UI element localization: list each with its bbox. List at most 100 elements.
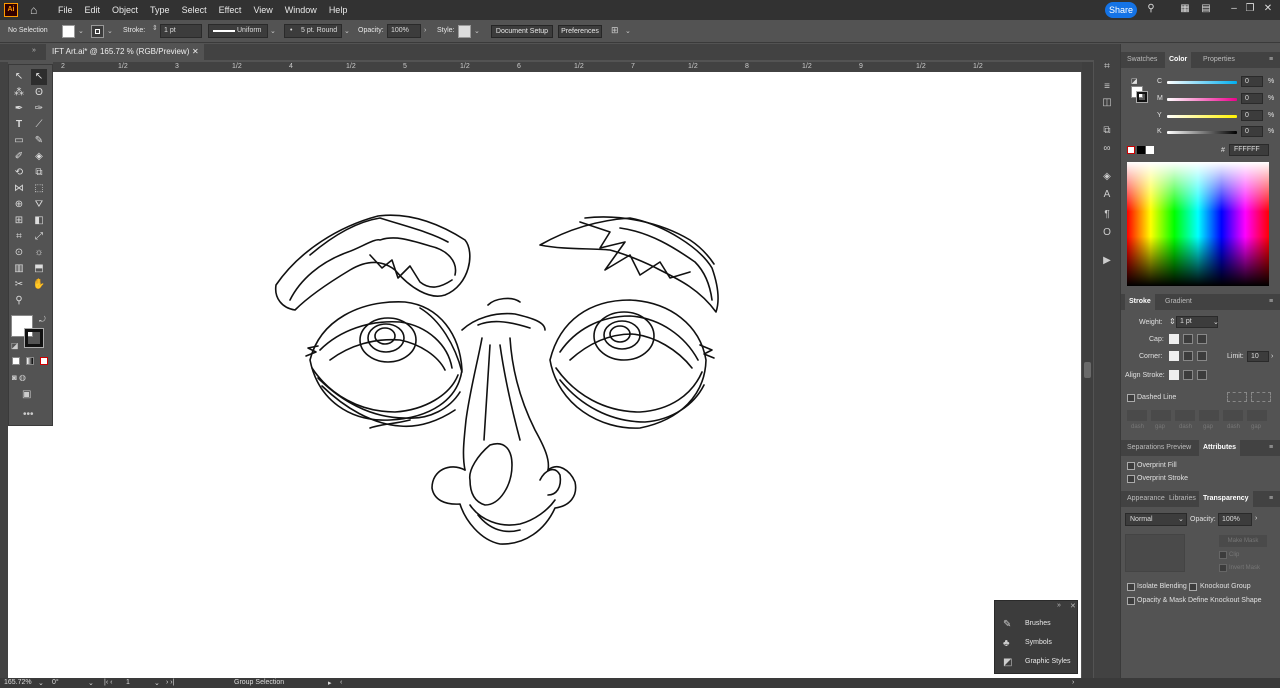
share-button[interactable]: Share	[1105, 2, 1137, 18]
overprint-fill-checkbox[interactable]	[1127, 462, 1135, 470]
fill-dropdown-chevron-icon[interactable]: ⌄	[78, 27, 84, 35]
layers-panel-icon[interactable]: ◈	[1100, 170, 1114, 184]
menu-edit[interactable]: Edit	[85, 5, 101, 15]
artboard-number[interactable]: 1	[126, 679, 130, 686]
variable-width-profile[interactable]: Uniform	[208, 24, 268, 38]
profile-chevron-icon[interactable]: ⌄	[270, 27, 276, 35]
miter-join-icon[interactable]	[1169, 351, 1179, 361]
white-swatch[interactable]	[1146, 146, 1154, 154]
tab-properties[interactable]: Properties	[1203, 52, 1235, 68]
color-mode-icon[interactable]	[12, 357, 20, 365]
stroke-swatch[interactable]	[91, 25, 104, 38]
weight-field[interactable]: 1 pt	[1176, 316, 1218, 328]
invert-mask-checkbox[interactable]	[1219, 564, 1227, 572]
selection-tool-icon[interactable]: ↖	[11, 69, 27, 85]
dash-gap-field[interactable]	[1223, 410, 1243, 421]
workspace-switcher-icon[interactable]: ▤	[1200, 3, 1212, 15]
hex-field[interactable]: FFFFFF	[1229, 144, 1269, 156]
stroke-weight-field[interactable]: 1 pt	[160, 24, 202, 38]
curvature-tool-icon[interactable]: ✑	[31, 101, 47, 117]
tab-libraries[interactable]: Libraries	[1169, 491, 1196, 507]
edit-toolbar-icon[interactable]: •••	[23, 409, 34, 420]
dash-gap-field[interactable]	[1247, 410, 1267, 421]
zoom-tool-icon[interactable]: ⚲	[11, 293, 27, 309]
menu-effect[interactable]: Effect	[219, 5, 242, 15]
gradient-tool-icon[interactable]: ◧	[31, 213, 47, 229]
stroke-stepper-icon[interactable]: ⇕	[152, 24, 158, 32]
status-menu-arrow-icon[interactable]: ▸	[328, 679, 332, 687]
tab-transparency[interactable]: Transparency	[1199, 491, 1253, 507]
menu-file[interactable]: File	[58, 5, 73, 15]
opentype-panel-icon[interactable]: O	[1100, 226, 1114, 240]
rectangle-tool-icon[interactable]: ▭	[11, 133, 27, 149]
align-panel-icon[interactable]: ≡	[1100, 80, 1114, 94]
eyedropper-tool-icon[interactable]: ⤢	[31, 229, 47, 245]
menu-view[interactable]: View	[253, 5, 272, 15]
projecting-cap-icon[interactable]	[1197, 334, 1207, 344]
gradient-mode-icon[interactable]	[26, 357, 34, 365]
transparency-opacity-field[interactable]: 100%	[1218, 513, 1252, 526]
pen-tool-icon[interactable]: ✒	[11, 101, 27, 117]
round-cap-icon[interactable]	[1183, 334, 1193, 344]
knockout-group-checkbox[interactable]	[1189, 583, 1197, 591]
tab-attributes[interactable]: Attributes	[1199, 440, 1241, 456]
lasso-tool-icon[interactable]: ʘ	[31, 85, 47, 101]
menu-window[interactable]: Window	[285, 5, 317, 15]
menu-type[interactable]: Type	[150, 5, 170, 15]
zoom-level[interactable]: 165.72%	[4, 679, 32, 686]
face-line-artwork[interactable]	[8, 72, 1081, 678]
direct-selection-tool-icon[interactable]: ↖	[31, 69, 47, 85]
align-outside-icon[interactable]	[1197, 370, 1207, 380]
magenta-value[interactable]: 0	[1241, 93, 1263, 104]
preferences-button[interactable]: Preferences	[558, 25, 602, 38]
perspective-grid-tool-icon[interactable]: ⊞	[11, 213, 27, 229]
zoom-chevron-icon[interactable]: ⌄	[38, 679, 44, 687]
magic-wand-tool-icon[interactable]: ⁂	[11, 85, 27, 101]
none-swatch[interactable]	[1127, 146, 1135, 154]
shaper-tool-icon[interactable]: ✐	[11, 149, 27, 165]
dash-gap-field[interactable]	[1127, 410, 1147, 421]
make-mask-button[interactable]: Make Mask	[1219, 535, 1267, 547]
close-tab-icon[interactable]: ✕	[192, 44, 199, 60]
transparency-panel-menu-icon[interactable]: ≡	[1269, 491, 1273, 507]
blend-mode-select[interactable]: Normal ⌄	[1125, 513, 1187, 526]
document-tab[interactable]: IFT Art.ai* @ 165.72 % (RGB/Preview) ✕	[46, 44, 204, 60]
opacity-arrow-icon[interactable]: ›	[424, 27, 426, 34]
home-icon[interactable]: ⌂	[30, 3, 44, 17]
menu-help[interactable]: Help	[329, 5, 348, 15]
color-panel-menu-icon[interactable]: ≡	[1269, 52, 1273, 68]
type-tool-icon[interactable]: T	[11, 117, 27, 133]
dash-gap-field[interactable]	[1199, 410, 1219, 421]
hscroll-right-icon[interactable]: ›	[1072, 679, 1074, 686]
tab-swatches[interactable]: Swatches	[1127, 52, 1157, 68]
first-artboard-icon[interactable]: |‹ ‹	[104, 679, 112, 686]
rotation-value[interactable]: 0°	[52, 679, 59, 686]
arrange-documents-icon[interactable]: ▦	[1179, 3, 1191, 15]
hand-tool-icon[interactable]: ✋	[31, 277, 47, 293]
cyan-value[interactable]: 0	[1241, 76, 1263, 87]
align-center-icon[interactable]	[1169, 370, 1179, 380]
minimize-icon[interactable]: –	[1228, 3, 1240, 15]
transform-panel-icon[interactable]: ⌗	[1100, 60, 1114, 74]
stroke-dropdown-chevron-icon[interactable]: ⌄	[107, 27, 113, 35]
arrange-chevron-icon[interactable]: ⌄	[625, 27, 631, 35]
menu-select[interactable]: Select	[182, 5, 207, 15]
float-collapse-icon[interactable]: »	[1057, 602, 1061, 609]
opacity-mask-checkbox[interactable]	[1127, 597, 1135, 605]
vertical-scrollbar[interactable]	[1082, 62, 1093, 678]
fill-swatch[interactable]	[62, 25, 75, 38]
float-close-icon[interactable]: ✕	[1070, 602, 1076, 610]
bevel-join-icon[interactable]	[1197, 351, 1207, 361]
attributes-panel-menu-icon[interactable]: ≡	[1269, 440, 1273, 456]
cyan-slider[interactable]	[1167, 81, 1237, 84]
paintbrush-tool-icon[interactable]: ✎	[31, 133, 47, 149]
default-fill-stroke-icon[interactable]: ◪	[11, 341, 19, 350]
restore-icon[interactable]: ❐	[1244, 3, 1256, 15]
tab-gradient[interactable]: Gradient	[1165, 294, 1192, 310]
scale-tool-icon[interactable]: ⧉	[31, 165, 47, 181]
links-panel-icon[interactable]: ∞	[1100, 142, 1114, 156]
paragraph-panel-icon[interactable]: ¶	[1100, 208, 1114, 222]
pathfinder-panel-icon[interactable]: ◫	[1100, 96, 1114, 110]
tab-appearance[interactable]: Appearance	[1127, 491, 1165, 507]
mesh-tool-icon[interactable]: ⌗	[11, 229, 27, 245]
